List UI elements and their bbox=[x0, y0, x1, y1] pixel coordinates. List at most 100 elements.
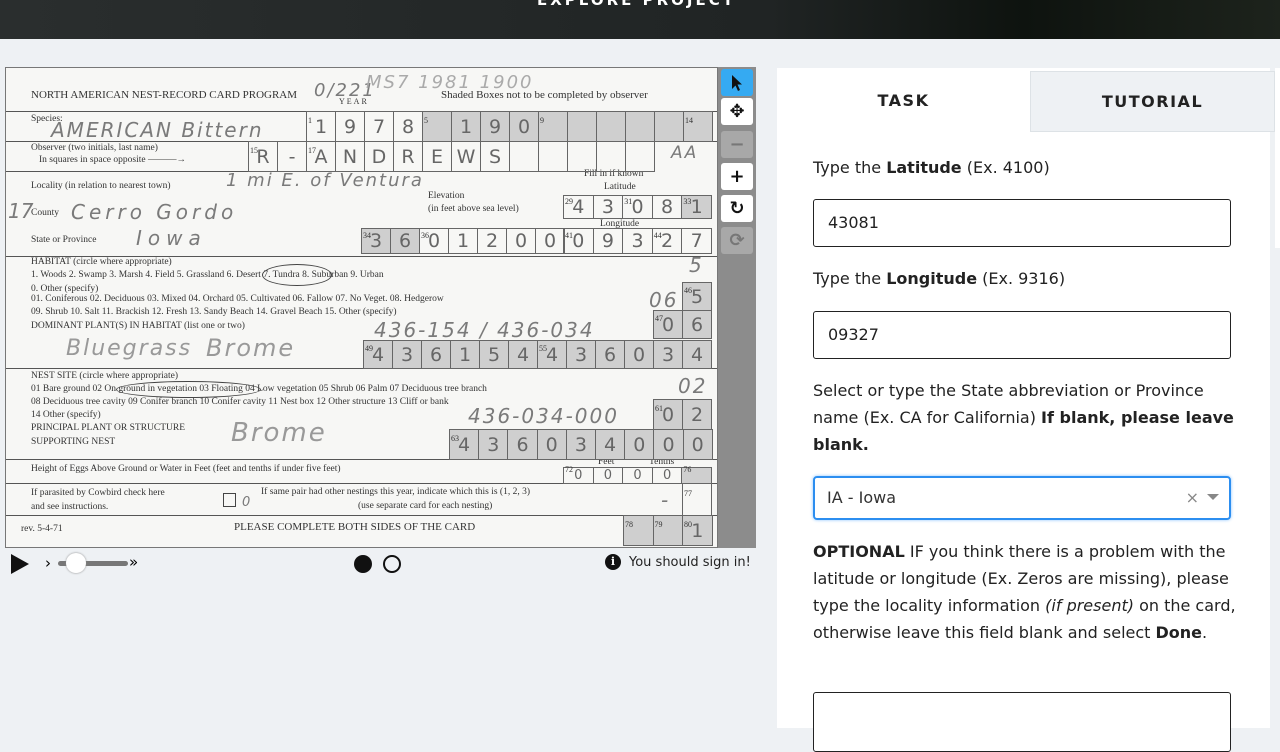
box-value: 6 bbox=[603, 344, 617, 366]
habitat-code: 5 bbox=[689, 253, 704, 277]
frame-dot-1[interactable] bbox=[354, 555, 372, 573]
tab-tutorial[interactable]: TUTORIAL bbox=[1030, 71, 1275, 132]
frame-dot-2[interactable] bbox=[383, 555, 401, 573]
card-box-nest-63: 0 bbox=[624, 429, 655, 460]
box-value: 2 bbox=[690, 404, 704, 426]
box-value: 0 bbox=[661, 314, 675, 336]
box-value: 6 bbox=[516, 434, 529, 456]
box-value: 3 bbox=[574, 344, 588, 366]
card-box-height: 72 0 bbox=[563, 465, 594, 484]
box-value: 0 bbox=[514, 230, 528, 252]
card-box-latitude: 33 1 bbox=[681, 195, 712, 219]
play-icon[interactable] bbox=[10, 554, 30, 574]
tab-task[interactable]: TASK bbox=[777, 68, 1030, 132]
box-value: 0 bbox=[633, 468, 642, 483]
habitat-options-2: 0. Other (specify) bbox=[31, 284, 99, 294]
longitude-question: Type the Longitude (Ex. 9316) bbox=[813, 269, 1066, 288]
habitat-options-4: 09. Shrub 10. Salt 11. Brackish 12. Fres… bbox=[31, 307, 397, 317]
card-box-plants: 3 bbox=[653, 340, 683, 369]
nestings-label: If same pair had other nestings this yea… bbox=[261, 487, 530, 497]
box-value: 9 bbox=[488, 116, 502, 138]
box-value: - bbox=[288, 146, 296, 168]
state-select-value: IA - Iowa bbox=[827, 488, 897, 507]
box-value: 0 bbox=[662, 468, 672, 483]
locality-value: 1 mi E. of Ventura bbox=[226, 170, 424, 191]
box-value: 0 bbox=[631, 196, 644, 218]
card-box-latitude: 8 bbox=[651, 195, 683, 219]
nest-site-label: NEST SITE (circle where appropriate) bbox=[31, 371, 179, 381]
box-value: E bbox=[430, 146, 443, 168]
box-value: 4 bbox=[458, 434, 471, 456]
box-value: 0 bbox=[545, 434, 558, 456]
box-value: 4 bbox=[516, 344, 530, 366]
box-value: 7 bbox=[690, 230, 703, 252]
card-box-observer: - bbox=[277, 141, 307, 172]
card-box-elevation: 0 bbox=[506, 228, 536, 254]
plants-code: 436-154 / 436-034 bbox=[374, 318, 595, 342]
card-box-species: 8 bbox=[393, 111, 423, 142]
card-box-species: 7 bbox=[364, 111, 394, 142]
clear-icon[interactable]: × bbox=[1186, 488, 1199, 507]
box-value: 4 bbox=[371, 344, 385, 366]
card-box-plants: 3 bbox=[392, 340, 422, 369]
box-value: 3 bbox=[661, 344, 675, 366]
card-box-observer bbox=[625, 141, 655, 172]
stamp: MS7 1981 1900 bbox=[366, 72, 534, 93]
fast-forward-icon[interactable]: » bbox=[129, 553, 138, 571]
card-box-longitude: 9 bbox=[592, 228, 624, 254]
chevron-down-icon[interactable] bbox=[1207, 494, 1219, 500]
revision-label: rev. 5-4-71 bbox=[21, 524, 63, 534]
card-box-observer bbox=[596, 141, 626, 172]
box-value: 2 bbox=[661, 230, 674, 252]
habitat-label: HABITAT (circle where appropriate) bbox=[31, 257, 172, 267]
plus-icon[interactable]: + bbox=[721, 163, 753, 190]
sign-in-notice[interactable]: You should sign in! bbox=[629, 555, 751, 570]
card-box-plants: 5 bbox=[479, 340, 509, 369]
card-box-species: 9 bbox=[335, 111, 365, 142]
box-number: 17 bbox=[308, 146, 316, 155]
latitude-input[interactable]: 43081 bbox=[813, 199, 1231, 247]
locality-input[interactable] bbox=[813, 692, 1231, 752]
task-panel: TASK TUTORIAL Type the Latitude (Ex. 410… bbox=[777, 68, 1275, 752]
box-number: 34 bbox=[363, 231, 371, 240]
card-box-longitude: 7 bbox=[681, 228, 712, 254]
nest-record-card-image[interactable]: NORTH AMERICAN NEST-RECORD CARD PROGRAM … bbox=[5, 67, 718, 548]
info-icon: i bbox=[605, 554, 621, 570]
county-label: County bbox=[31, 208, 59, 218]
card-box-elevation: 1 bbox=[448, 228, 478, 254]
card-box-observer bbox=[509, 141, 539, 172]
slider-handle[interactable] bbox=[66, 553, 86, 573]
longitude-input[interactable]: 09327 bbox=[813, 311, 1231, 359]
box-value: 7 bbox=[372, 116, 386, 138]
locality-label: Locality (in relation to nearest town) bbox=[31, 181, 171, 191]
card-box-species bbox=[625, 111, 655, 142]
card-title: NORTH AMERICAN NEST-RECORD CARD PROGRAM bbox=[31, 89, 298, 101]
box-value: 6 bbox=[398, 230, 412, 252]
county-value: Cerro Gordo bbox=[71, 200, 238, 224]
move-icon[interactable]: ✥ bbox=[721, 98, 753, 125]
box-value: 8 bbox=[401, 116, 415, 138]
card-box-plants: 6 bbox=[595, 340, 625, 369]
card-box-habitat-47: 47 0 bbox=[653, 310, 683, 339]
state-select[interactable]: IA - Iowa × bbox=[813, 476, 1231, 520]
card-box-nest-63: 63 4 bbox=[449, 429, 480, 460]
box-value: 1 bbox=[456, 230, 470, 252]
box-value: 0 bbox=[574, 468, 583, 483]
right-edge bbox=[1275, 68, 1280, 248]
card-box-height: 0 bbox=[622, 467, 653, 484]
pointer-icon[interactable] bbox=[721, 69, 753, 96]
box-value: 8 bbox=[661, 196, 674, 218]
card-box-observer bbox=[538, 141, 568, 172]
step-forward-icon[interactable]: › bbox=[45, 554, 51, 572]
card-box-plants: 49 4 bbox=[363, 340, 393, 369]
card-box-observer bbox=[567, 141, 597, 172]
card-box-plants: 6 bbox=[421, 340, 451, 369]
box-value: 9 bbox=[343, 116, 357, 138]
rotate-icon[interactable]: ↻ bbox=[721, 195, 753, 222]
explore-project-link[interactable]: EXPLORE PROJECT bbox=[537, 0, 736, 9]
latitude-question: Type the Latitude (Ex. 4100) bbox=[813, 158, 1050, 177]
minus-icon[interactable]: − bbox=[721, 131, 753, 158]
card-box-nest-63: 3 bbox=[565, 429, 596, 460]
reset-icon[interactable]: ⟳ bbox=[721, 227, 753, 254]
habitat-subcode: 06 bbox=[649, 288, 679, 312]
